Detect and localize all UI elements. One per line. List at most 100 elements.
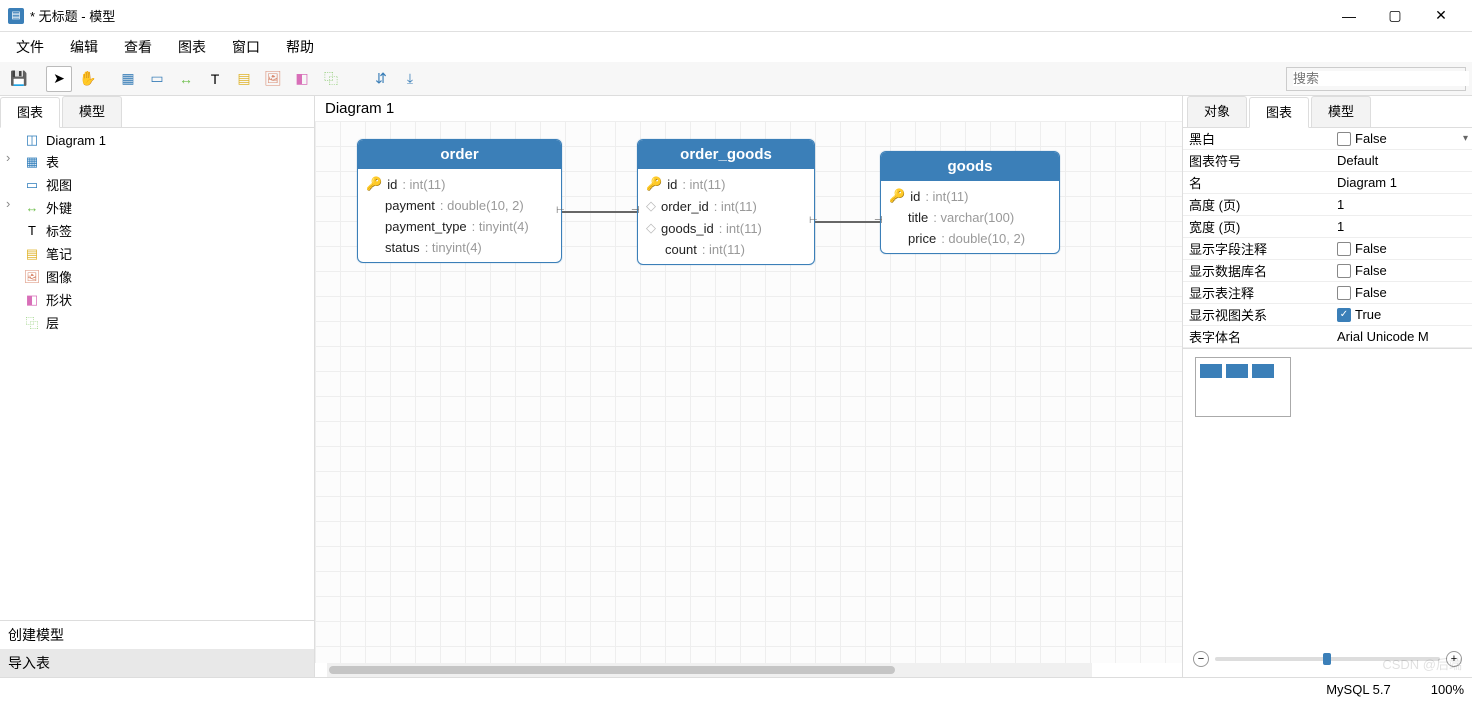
tab-diagram-props[interactable]: 图表: [1249, 97, 1309, 128]
field-type: : tinyint(4): [472, 219, 529, 234]
close-button[interactable]: ✕: [1418, 1, 1464, 31]
checkbox-icon[interactable]: [1337, 132, 1351, 146]
tab-model-props[interactable]: 模型: [1311, 96, 1371, 127]
pointer-icon[interactable]: ➤: [46, 66, 72, 92]
create-model-button[interactable]: 创建模型: [0, 621, 314, 649]
menu-file[interactable]: 文件: [6, 33, 54, 61]
connector[interactable]: [562, 211, 637, 213]
expander-icon[interactable]: ›: [6, 196, 18, 211]
search-box[interactable]: [1286, 67, 1466, 91]
prop-row[interactable]: 宽度 (页)1: [1183, 216, 1472, 238]
prop-value: False: [1355, 263, 1387, 278]
prop-key: 图表符号: [1183, 150, 1333, 171]
tree-item[interactable]: ◧形状: [0, 288, 314, 311]
table-icon[interactable]: ▦: [115, 66, 141, 92]
tree-item-label: 笔记: [46, 244, 72, 263]
prop-row[interactable]: 显示视图关系✓True: [1183, 304, 1472, 326]
export-icon[interactable]: ⤓: [397, 66, 423, 92]
minimize-button[interactable]: —: [1326, 1, 1372, 31]
checkbox-icon[interactable]: [1337, 286, 1351, 300]
field-row[interactable]: status: tinyint(4): [364, 237, 555, 258]
chevron-down-icon[interactable]: ▾: [1463, 133, 1468, 144]
checkbox-icon[interactable]: [1337, 264, 1351, 278]
zoom-out-button[interactable]: −: [1193, 651, 1209, 667]
tab-model[interactable]: 模型: [62, 96, 122, 127]
entity-order_goods[interactable]: order_goods🔑id: int(11)◇order_id: int(11…: [637, 139, 815, 265]
text-icon[interactable]: T: [202, 66, 228, 92]
checkbox-icon[interactable]: [1337, 242, 1351, 256]
statusbar: MySQL 5.7 100%: [0, 677, 1472, 701]
field-row[interactable]: ◇order_id: int(11): [644, 195, 808, 217]
tree-item[interactable]: T标签: [0, 219, 314, 242]
layer-icon[interactable]: ⿻: [318, 66, 344, 92]
field-row[interactable]: payment_type: tinyint(4): [364, 216, 555, 237]
maximize-button[interactable]: ▢: [1372, 1, 1418, 31]
entity-order[interactable]: order 🔑id: int(11)payment: double(10, 2)p…: [357, 139, 562, 263]
tab-diagram[interactable]: 图表: [0, 97, 60, 128]
image-tool-icon[interactable]: 🖼: [260, 66, 286, 92]
field-row[interactable]: 🔑id: int(11): [887, 185, 1053, 207]
field-row[interactable]: count: int(11): [644, 239, 808, 260]
menu-help[interactable]: 帮助: [276, 33, 324, 61]
prop-row[interactable]: 名Diagram 1: [1183, 172, 1472, 194]
prop-row[interactable]: 显示表注释False: [1183, 282, 1472, 304]
shape-icon[interactable]: ◧: [289, 66, 315, 92]
autolayout-icon[interactable]: ⇵: [368, 66, 394, 92]
menu-window[interactable]: 窗口: [222, 33, 270, 61]
note-icon[interactable]: ▤: [231, 66, 257, 92]
titlebar: ▤ * 无标题 - 模型 — ▢ ✕: [0, 0, 1472, 32]
field-row[interactable]: 🔑id: int(11): [364, 173, 555, 195]
field-type: : double(10, 2): [440, 198, 524, 213]
prop-value: True: [1355, 307, 1381, 322]
prop-row[interactable]: 表字体名Arial Unicode M: [1183, 326, 1472, 348]
canvas[interactable]: order🔑id: int(11)payment: double(10, 2)p…: [315, 121, 1182, 663]
hand-icon[interactable]: ✋: [75, 66, 101, 92]
prop-row[interactable]: 显示数据库名False: [1183, 260, 1472, 282]
field-name: id: [387, 177, 397, 192]
field-row[interactable]: price: double(10, 2): [887, 228, 1053, 249]
search-input[interactable]: [1293, 71, 1469, 86]
prop-row[interactable]: 黑白False▾: [1183, 128, 1472, 150]
prop-row[interactable]: 高度 (页)1: [1183, 194, 1472, 216]
entity-header[interactable]: order_goods: [638, 140, 814, 169]
field-row[interactable]: payment: double(10, 2): [364, 195, 555, 216]
shape-icon: ◧: [24, 292, 40, 308]
menu-edit[interactable]: 编辑: [60, 33, 108, 61]
field-row[interactable]: ◇goods_id: int(11): [644, 217, 808, 239]
tree-item-diagram[interactable]: ◫Diagram 1: [0, 130, 314, 150]
field-name: id: [910, 189, 920, 204]
horizontal-scrollbar[interactable]: [327, 663, 1092, 677]
save-icon[interactable]: 💾: [6, 66, 32, 92]
overview-minimap[interactable]: [1195, 357, 1291, 417]
tag-icon: T: [24, 223, 40, 239]
connector[interactable]: [815, 221, 880, 223]
entity-header[interactable]: goods: [881, 152, 1059, 181]
prop-value: Arial Unicode M: [1337, 329, 1429, 344]
overview: − +: [1183, 348, 1472, 677]
canvas-wrap: Diagram 1 order🔑id: int(11)payment: doub…: [315, 96, 1182, 677]
entity-body: 🔑id: int(11)◇order_id: int(11)◇goods_id:…: [638, 169, 814, 264]
status-zoom: 100%: [1431, 682, 1464, 697]
menu-diagram[interactable]: 图表: [168, 33, 216, 61]
tree-item[interactable]: 🖼图像: [0, 265, 314, 288]
view-icon[interactable]: ▭: [144, 66, 170, 92]
expander-icon[interactable]: ›: [6, 150, 18, 165]
prop-row[interactable]: 显示字段注释False: [1183, 238, 1472, 260]
tree-item[interactable]: ▦表: [0, 150, 314, 173]
right-tabs: 对象 图表 模型: [1183, 96, 1472, 128]
entity-header[interactable]: order: [358, 140, 561, 169]
checkbox-icon[interactable]: ✓: [1337, 308, 1351, 322]
tree-item-label: 图像: [46, 267, 72, 286]
menu-view[interactable]: 查看: [114, 33, 162, 61]
import-table-button[interactable]: 导入表: [0, 649, 314, 677]
tree-item[interactable]: ⿻层: [0, 311, 314, 334]
tab-object[interactable]: 对象: [1187, 96, 1247, 127]
relation-icon[interactable]: ↔: [173, 66, 199, 92]
tree-item[interactable]: ▭视图: [0, 173, 314, 196]
field-row[interactable]: 🔑id: int(11): [644, 173, 808, 195]
tree-item[interactable]: ↔外键: [0, 196, 314, 219]
entity-goods[interactable]: goods 🔑id: int(11)title: varchar(100)pric…: [880, 151, 1060, 254]
field-row[interactable]: title: varchar(100): [887, 207, 1053, 228]
prop-row[interactable]: 图表符号Default: [1183, 150, 1472, 172]
tree-item[interactable]: ▤笔记: [0, 242, 314, 265]
